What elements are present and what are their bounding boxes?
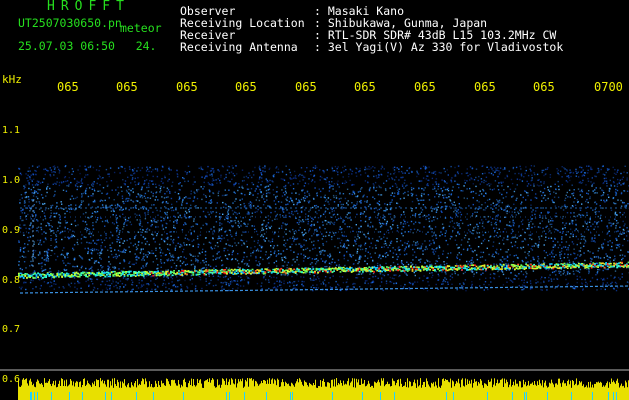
signal-level-bars xyxy=(18,378,629,400)
freq-tick: 1.1 xyxy=(2,125,21,136)
freq-tick: 0.9 xyxy=(2,225,21,236)
freq-tick: 0.6 xyxy=(2,374,21,385)
freq-tick: 1.0 xyxy=(2,175,21,186)
noise-field xyxy=(18,165,629,292)
lower-trace xyxy=(19,285,629,294)
spectrogram xyxy=(0,165,629,400)
freq-tick: 0.8 xyxy=(2,275,21,286)
freq-tick: 0.7 xyxy=(2,324,21,335)
